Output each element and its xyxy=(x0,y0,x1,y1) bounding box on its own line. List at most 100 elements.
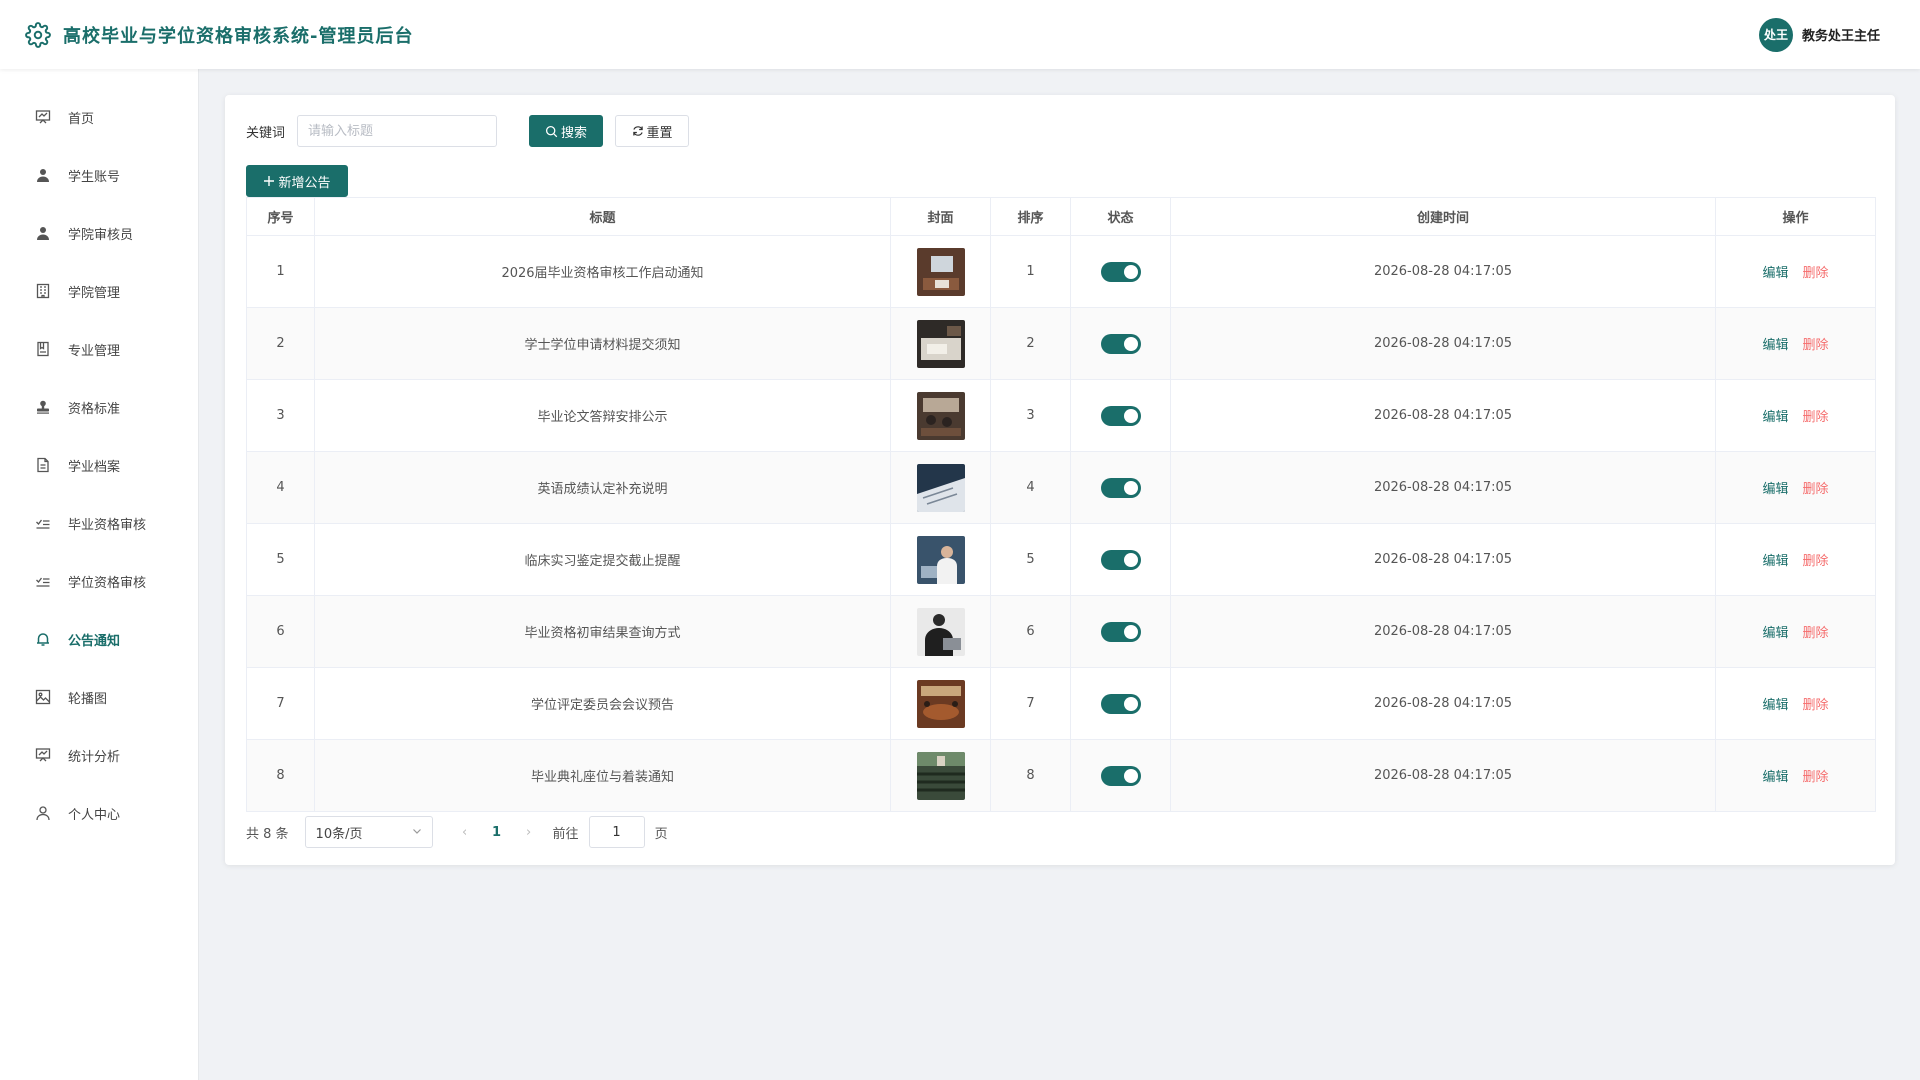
cell-created-time: 2026-08-28 04:17:05 xyxy=(1170,595,1716,668)
cell-cover xyxy=(890,523,991,596)
delete-link[interactable]: 删除 xyxy=(1803,482,1829,497)
building-icon xyxy=(34,282,52,300)
column-header-actions: 操作 xyxy=(1715,197,1876,236)
reset-button[interactable]: 重置 xyxy=(615,115,690,147)
table-row: 7 学位评定委员会会议预告 7 2026-08-28 04:17:05 编辑 删除 xyxy=(246,667,1876,740)
sidebar-item-student-accounts[interactable]: 学生账号 xyxy=(0,146,198,204)
sidebar-item-label: 学生账号 xyxy=(68,169,121,185)
cell-sort: 2 xyxy=(990,307,1071,380)
search-button-label: 搜索 xyxy=(561,125,588,141)
sidebar-item-label: 公告通知 xyxy=(68,633,121,649)
sidebar-item-home[interactable]: 首页 xyxy=(0,88,198,146)
user-menu[interactable]: 处王 教务处王主任 xyxy=(1758,17,1880,52)
add-announcement-button[interactable]: 新增公告 xyxy=(246,165,348,197)
cell-title: 学位评定委员会会议预告 xyxy=(314,667,891,740)
delete-link[interactable]: 删除 xyxy=(1803,554,1829,569)
avatar[interactable]: 处王 xyxy=(1758,17,1793,52)
edit-link[interactable]: 编辑 xyxy=(1762,770,1788,785)
search-button[interactable]: 搜索 xyxy=(529,115,604,147)
goto-page-input[interactable] xyxy=(588,816,645,848)
page-size-value: 10条/页 xyxy=(315,826,363,842)
table-row: 1 2026届毕业资格审核工作启动通知 1 2026-08-28 04:17:0… xyxy=(246,235,1876,308)
cover-thumbnail[interactable] xyxy=(916,751,965,800)
status-toggle[interactable] xyxy=(1100,333,1141,354)
edit-link[interactable]: 编辑 xyxy=(1762,266,1788,281)
sidebar-item-label: 学院审核员 xyxy=(68,227,134,243)
sidebar-item-graduation-review[interactable]: 毕业资格审核 xyxy=(0,494,198,552)
cell-title: 毕业论文答辩安排公示 xyxy=(314,379,891,452)
toggle-knob xyxy=(1123,768,1138,783)
delete-link[interactable]: 删除 xyxy=(1803,410,1829,425)
sidebar-item-major-management[interactable]: 专业管理 xyxy=(0,320,198,378)
column-header-index: 序号 xyxy=(246,197,315,236)
sidebar-item-academic-records[interactable]: 学业档案 xyxy=(0,436,198,494)
cover-thumbnail[interactable] xyxy=(916,247,965,296)
sidebar-item-degree-review[interactable]: 学位资格审核 xyxy=(0,552,198,610)
table-header-row: 序号 标题 封面 排序 状态 创建时间 操作 xyxy=(246,197,1876,236)
sidebar-item-label: 专业管理 xyxy=(68,343,121,359)
edit-link[interactable]: 编辑 xyxy=(1762,554,1788,569)
cell-created-time: 2026-08-28 04:17:05 xyxy=(1170,523,1716,596)
sidebar-item-college-reviewers[interactable]: 学院审核员 xyxy=(0,204,198,262)
user-name[interactable]: 教务处王主任 xyxy=(1802,25,1880,44)
delete-link[interactable]: 删除 xyxy=(1803,338,1829,353)
cover-thumbnail[interactable] xyxy=(916,319,965,368)
status-toggle[interactable] xyxy=(1100,621,1141,642)
sidebar-item-label: 资格标准 xyxy=(68,401,121,417)
delete-link[interactable]: 删除 xyxy=(1803,626,1829,641)
edit-link[interactable]: 编辑 xyxy=(1762,626,1788,641)
status-toggle[interactable] xyxy=(1100,477,1141,498)
cell-index: 1 xyxy=(246,235,315,308)
edit-link[interactable]: 编辑 xyxy=(1762,410,1788,425)
status-toggle[interactable] xyxy=(1100,765,1141,786)
plus-icon xyxy=(263,175,275,187)
sidebar-item-carousel[interactable]: 轮播图 xyxy=(0,668,198,726)
edit-link[interactable]: 编辑 xyxy=(1762,482,1788,497)
toggle-knob xyxy=(1123,408,1138,423)
sidebar-item-profile[interactable]: 个人中心 xyxy=(0,784,198,842)
cover-thumbnail[interactable] xyxy=(916,535,965,584)
page-size-select[interactable]: 10条/页 xyxy=(304,816,433,848)
top-header: 高校毕业与学位资格审核系统-管理员后台 处王 教务处王主任 xyxy=(0,0,1920,69)
sidebar-item-qualification-standards[interactable]: 资格标准 xyxy=(0,378,198,436)
pagination: 共 8 条 10条/页 ‹ 1 › 前往 页 xyxy=(246,816,1874,848)
cell-index: 6 xyxy=(246,595,315,668)
status-toggle[interactable] xyxy=(1100,405,1141,426)
cell-sort: 4 xyxy=(990,451,1071,524)
cover-thumbnail[interactable] xyxy=(916,463,965,512)
sidebar-item-college-management[interactable]: 学院管理 xyxy=(0,262,198,320)
table-row: 5 临床实习鉴定提交截止提醒 5 2026-08-28 04:17:05 编辑删… xyxy=(246,523,1876,596)
cover-thumbnail[interactable] xyxy=(916,391,965,440)
status-toggle[interactable] xyxy=(1100,261,1141,282)
chart-board-icon xyxy=(34,746,52,764)
picture-icon xyxy=(34,688,52,706)
cover-thumbnail[interactable] xyxy=(916,679,965,728)
cell-status xyxy=(1070,523,1171,596)
cell-sort: 3 xyxy=(990,379,1071,452)
cell-index: 2 xyxy=(246,307,315,380)
sidebar-item-label: 毕业资格审核 xyxy=(68,517,147,533)
keyword-input[interactable] xyxy=(297,115,498,147)
delete-link[interactable]: 删除 xyxy=(1803,770,1829,785)
status-toggle[interactable] xyxy=(1100,693,1141,714)
status-toggle[interactable] xyxy=(1100,549,1141,570)
cell-actions: 编辑 删除 xyxy=(1715,739,1876,812)
cell-sort: 8 xyxy=(990,739,1071,812)
cell-created-time: 2026-08-28 04:17:05 xyxy=(1170,235,1716,308)
cell-status xyxy=(1070,235,1171,308)
sidebar-item-statistics[interactable]: 统计分析 xyxy=(0,726,198,784)
delete-link[interactable]: 删除 xyxy=(1803,698,1829,713)
gear-icon xyxy=(25,21,51,48)
page-number-current[interactable]: 1 xyxy=(475,825,519,840)
cell-cover xyxy=(890,307,991,380)
sidebar-item-announcements[interactable]: 公告通知 xyxy=(0,610,198,668)
cell-status xyxy=(1070,595,1171,668)
cover-thumbnail[interactable] xyxy=(916,607,965,656)
search-icon xyxy=(545,125,558,138)
prev-page-icon[interactable]: ‹ xyxy=(455,825,475,840)
next-page-icon[interactable]: › xyxy=(519,825,539,840)
delete-link[interactable]: 删除 xyxy=(1803,266,1829,281)
edit-link[interactable]: 编辑 xyxy=(1762,338,1788,353)
cell-status xyxy=(1070,307,1171,380)
edit-link[interactable]: 编辑 xyxy=(1762,698,1788,713)
